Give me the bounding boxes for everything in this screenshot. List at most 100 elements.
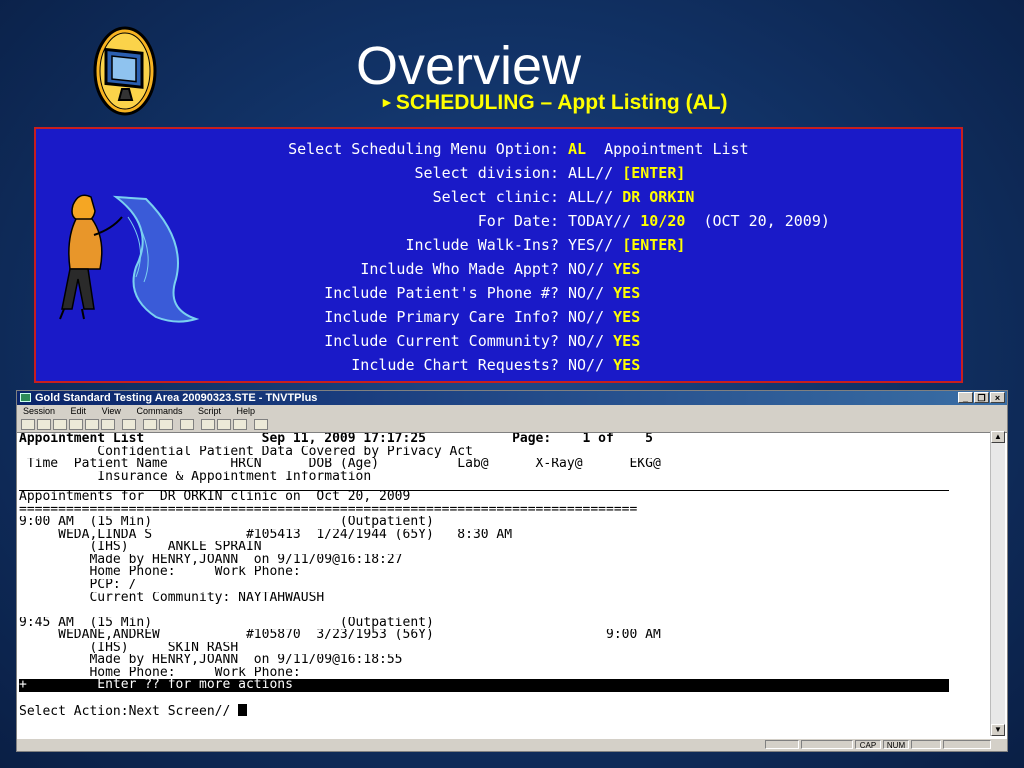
send-icon[interactable] [217,419,231,430]
prompt-entry: YES [613,260,641,278]
prompt-label: Include Current Community? [324,332,559,350]
prompt-default: NO// [568,332,614,350]
vertical-scrollbar[interactable]: ▲ ▼ [990,431,1005,736]
paste-icon[interactable] [143,419,157,430]
open-icon[interactable] [37,419,51,430]
prompt-entry: [ENTER] [622,164,686,182]
menu-script[interactable]: Script [198,406,221,416]
text-cursor [238,704,248,717]
terminal-line-text: Current Community: NAYTAHWAUSH [19,591,325,605]
prompt-row: Include Patient's Phone #? NO// YES [36,281,965,305]
prompt-value: YES// [ENTER] [568,233,685,257]
prompt-value: NO// YES [568,353,640,377]
prompt-entry: AL [568,140,587,158]
terminal-line-text: Home Phone: Work Phone: [19,566,301,580]
terminal-line-text: Home Phone: Work Phone: [19,666,301,680]
window-title: Gold Standard Testing Area 20090323.STE … [35,392,318,404]
terminal-line-text: WEDA,LINDA S #105413 1/24/1944 (65Y) 8:3… [19,528,513,542]
terminal-window: Gold Standard Testing Area 20090323.STE … [16,390,1008,752]
prompt-label: Include Walk-Ins? [405,236,559,254]
terminal-line-text: (IHS) ANKLE SPRAIN [19,541,262,554]
prompt-entry: YES [613,356,641,374]
prompt-default: NO// [568,260,614,278]
terminal-line: WEDANE,ANDREW #105870 3/23/1953 (56Y) 9:… [19,629,949,642]
prompt-suffix: Appointment List [586,140,749,158]
window-icon[interactable] [180,419,194,430]
triangle-bullet-icon: ► [380,94,394,110]
erase-icon[interactable] [254,419,268,430]
keyboard-icon[interactable] [201,419,215,430]
scroll-up-icon[interactable]: ▲ [991,431,1005,443]
prompt-row: Select division: ALL// [ENTER] [36,161,965,185]
terminal-line-text: Appointment List Sep 11, 2009 17:17:25 P… [19,433,653,446]
num-lock-indicator: NUM [883,740,909,750]
scroll-down-icon[interactable]: ▼ [991,724,1005,736]
prompt-label: For Date: [477,212,559,230]
prompt-value: NO// YES [568,281,640,305]
minimize-button[interactable]: _ [958,392,973,403]
prompt-row: Select clinic: ALL// DR ORKIN [36,185,965,209]
command-prompt-line[interactable]: Select Action:Next Screen// [19,704,949,717]
stop-icon[interactable] [101,419,115,430]
copy-icon[interactable] [122,419,136,430]
terminal-line-text: ========================================… [19,503,638,517]
prompt-value: NO// YES [568,305,640,329]
terminal-line: Home Phone: Work Phone: [19,566,949,579]
caps-lock-indicator: CAP [855,740,881,750]
prompt-default: YES// [568,236,623,254]
menu-session[interactable]: Session [23,406,55,416]
prompt-default: ALL// [568,188,623,206]
terminal-line: 9:45 AM (15 Min) (Outpatient) [19,617,949,630]
close-button[interactable]: × [990,392,1005,403]
terminal-screen[interactable]: Appointment List Sep 11, 2009 17:17:25 P… [19,433,949,733]
terminal-line: Time Patient Name HRCN DOB (Age) Lab@ X-… [19,458,949,471]
prompt-label: Select division: [414,164,560,182]
prompt-row: Include Primary Care Info? NO// YES [36,305,965,329]
prompt-entry: 10/20 [640,212,686,230]
terminal-line-text: (IHS) SKIN RASH [19,641,239,655]
terminal-line: ========================================… [19,504,949,517]
prompt-list: Select Scheduling Menu Option: AL Appoint… [36,137,965,377]
menu-bar: Session Edit View Commands Script Help [17,405,1007,417]
prompt-value: NO// YES [568,257,640,281]
subtitle-text: SCHEDULING – Appt Listing (AL) [395,91,728,114]
save-icon[interactable] [53,419,67,430]
status-bar: CAP NUM [17,738,1007,751]
terminal-line: Appointments for DR ORKIN clinic on Oct … [19,491,949,504]
terminal-line-text: 9:00 AM (15 Min) (Outpatient) [19,516,434,529]
terminal-line-text: Appointments for DR ORKIN clinic on Oct … [19,491,411,504]
restore-button[interactable]: ❐ [974,392,989,403]
window-titlebar: Gold Standard Testing Area 20090323.STE … [17,391,1007,405]
receive-icon[interactable] [233,419,247,430]
terminal-line: Current Community: NAYTAHWAUSH [19,592,949,605]
prompt-default: NO// [568,284,614,302]
menu-edit[interactable]: Edit [71,406,87,416]
prompt-default: ALL// [568,164,623,182]
terminal-line-text: Insurance & Appointment Information [19,470,372,484]
slide-title: Overview [356,36,582,96]
prompt-dialog-panel: Select Scheduling Menu Option: AL Appoint… [34,127,963,383]
print-screen-icon[interactable] [159,419,173,430]
toolbar [17,417,1007,433]
new-icon[interactable] [21,419,35,430]
terminal-line-text: Time Patient Name HRCN DOB (Age) Lab@ X-… [19,458,661,471]
prompt-entry: YES [613,332,641,350]
status-cell-5 [911,740,941,749]
capture-icon[interactable] [85,419,99,430]
menu-help[interactable]: Help [237,406,256,416]
terminal-line-text: WEDANE,ANDREW #105870 3/23/1953 (56Y) 9:… [19,629,661,642]
computer-monitor-icon [92,26,158,116]
terminal-line-text: Made by HENRY,JOANN on 9/11/09@16:18:27 [19,553,403,567]
terminal-line-text: Select Action:Next Screen// [19,704,239,718]
prompt-value: AL Appointment List [568,137,749,161]
prompt-label: Include Who Made Appt? [360,260,559,278]
print-icon[interactable] [69,419,83,430]
menu-commands[interactable]: Commands [136,406,182,416]
prompt-label: Include Chart Requests? [351,356,559,374]
prompt-label: Include Primary Care Info? [324,308,559,326]
menu-view[interactable]: View [102,406,121,416]
prompt-row: For Date: TODAY// 10/20 (OCT 20, 2009) [36,209,965,233]
terminal-line: PCP: / [19,579,949,592]
